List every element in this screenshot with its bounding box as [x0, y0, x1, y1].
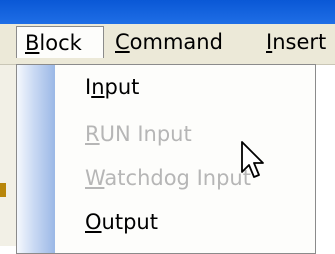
menu-item-input[interactable]: Input	[85, 72, 139, 102]
menu-item-run-input-mnemonic: R	[85, 122, 100, 146]
menu-insert-label-rest: nsert	[272, 30, 327, 54]
block-dropdown-menu: Input RUN Input Watchdog Input Output	[16, 64, 316, 254]
menu-item-input-post: put	[104, 75, 140, 99]
menu-block-mnemonic: B	[25, 31, 40, 55]
menu-item-watchdog-input[interactable]: Watchdog Input	[85, 163, 251, 193]
menu-item-output-post: utput	[101, 210, 158, 234]
menu-item-watchdog-input-mnemonic: W	[85, 166, 105, 190]
menu-command-label-rest: ommand	[129, 30, 223, 54]
background-right-area	[316, 65, 335, 246]
menu-item-output[interactable]: Output	[85, 207, 158, 237]
mouse-pointer-icon	[241, 141, 264, 178]
menu-command[interactable]: Command	[107, 26, 231, 58]
menu-bar: Block Command Insert	[0, 24, 335, 65]
menu-item-run-input-post: UN Input	[99, 122, 192, 146]
menu-item-output-mnemonic: O	[85, 210, 102, 234]
menu-icon-column	[17, 65, 55, 253]
menu-insert[interactable]: Insert	[258, 26, 334, 58]
menu-command-mnemonic: C	[115, 30, 130, 54]
background-window-fragment	[0, 183, 6, 197]
menu-item-watchdog-input-post: atchdog Input	[104, 166, 251, 190]
menu-item-run-input[interactable]: RUN Input	[85, 119, 192, 149]
window-title-bar-strip	[0, 0, 335, 24]
menu-block-label-rest: lock	[39, 31, 82, 55]
menu-block[interactable]: Block	[16, 26, 104, 58]
background-window-edge	[0, 65, 17, 246]
menu-item-input-mnemonic: n	[91, 75, 105, 99]
